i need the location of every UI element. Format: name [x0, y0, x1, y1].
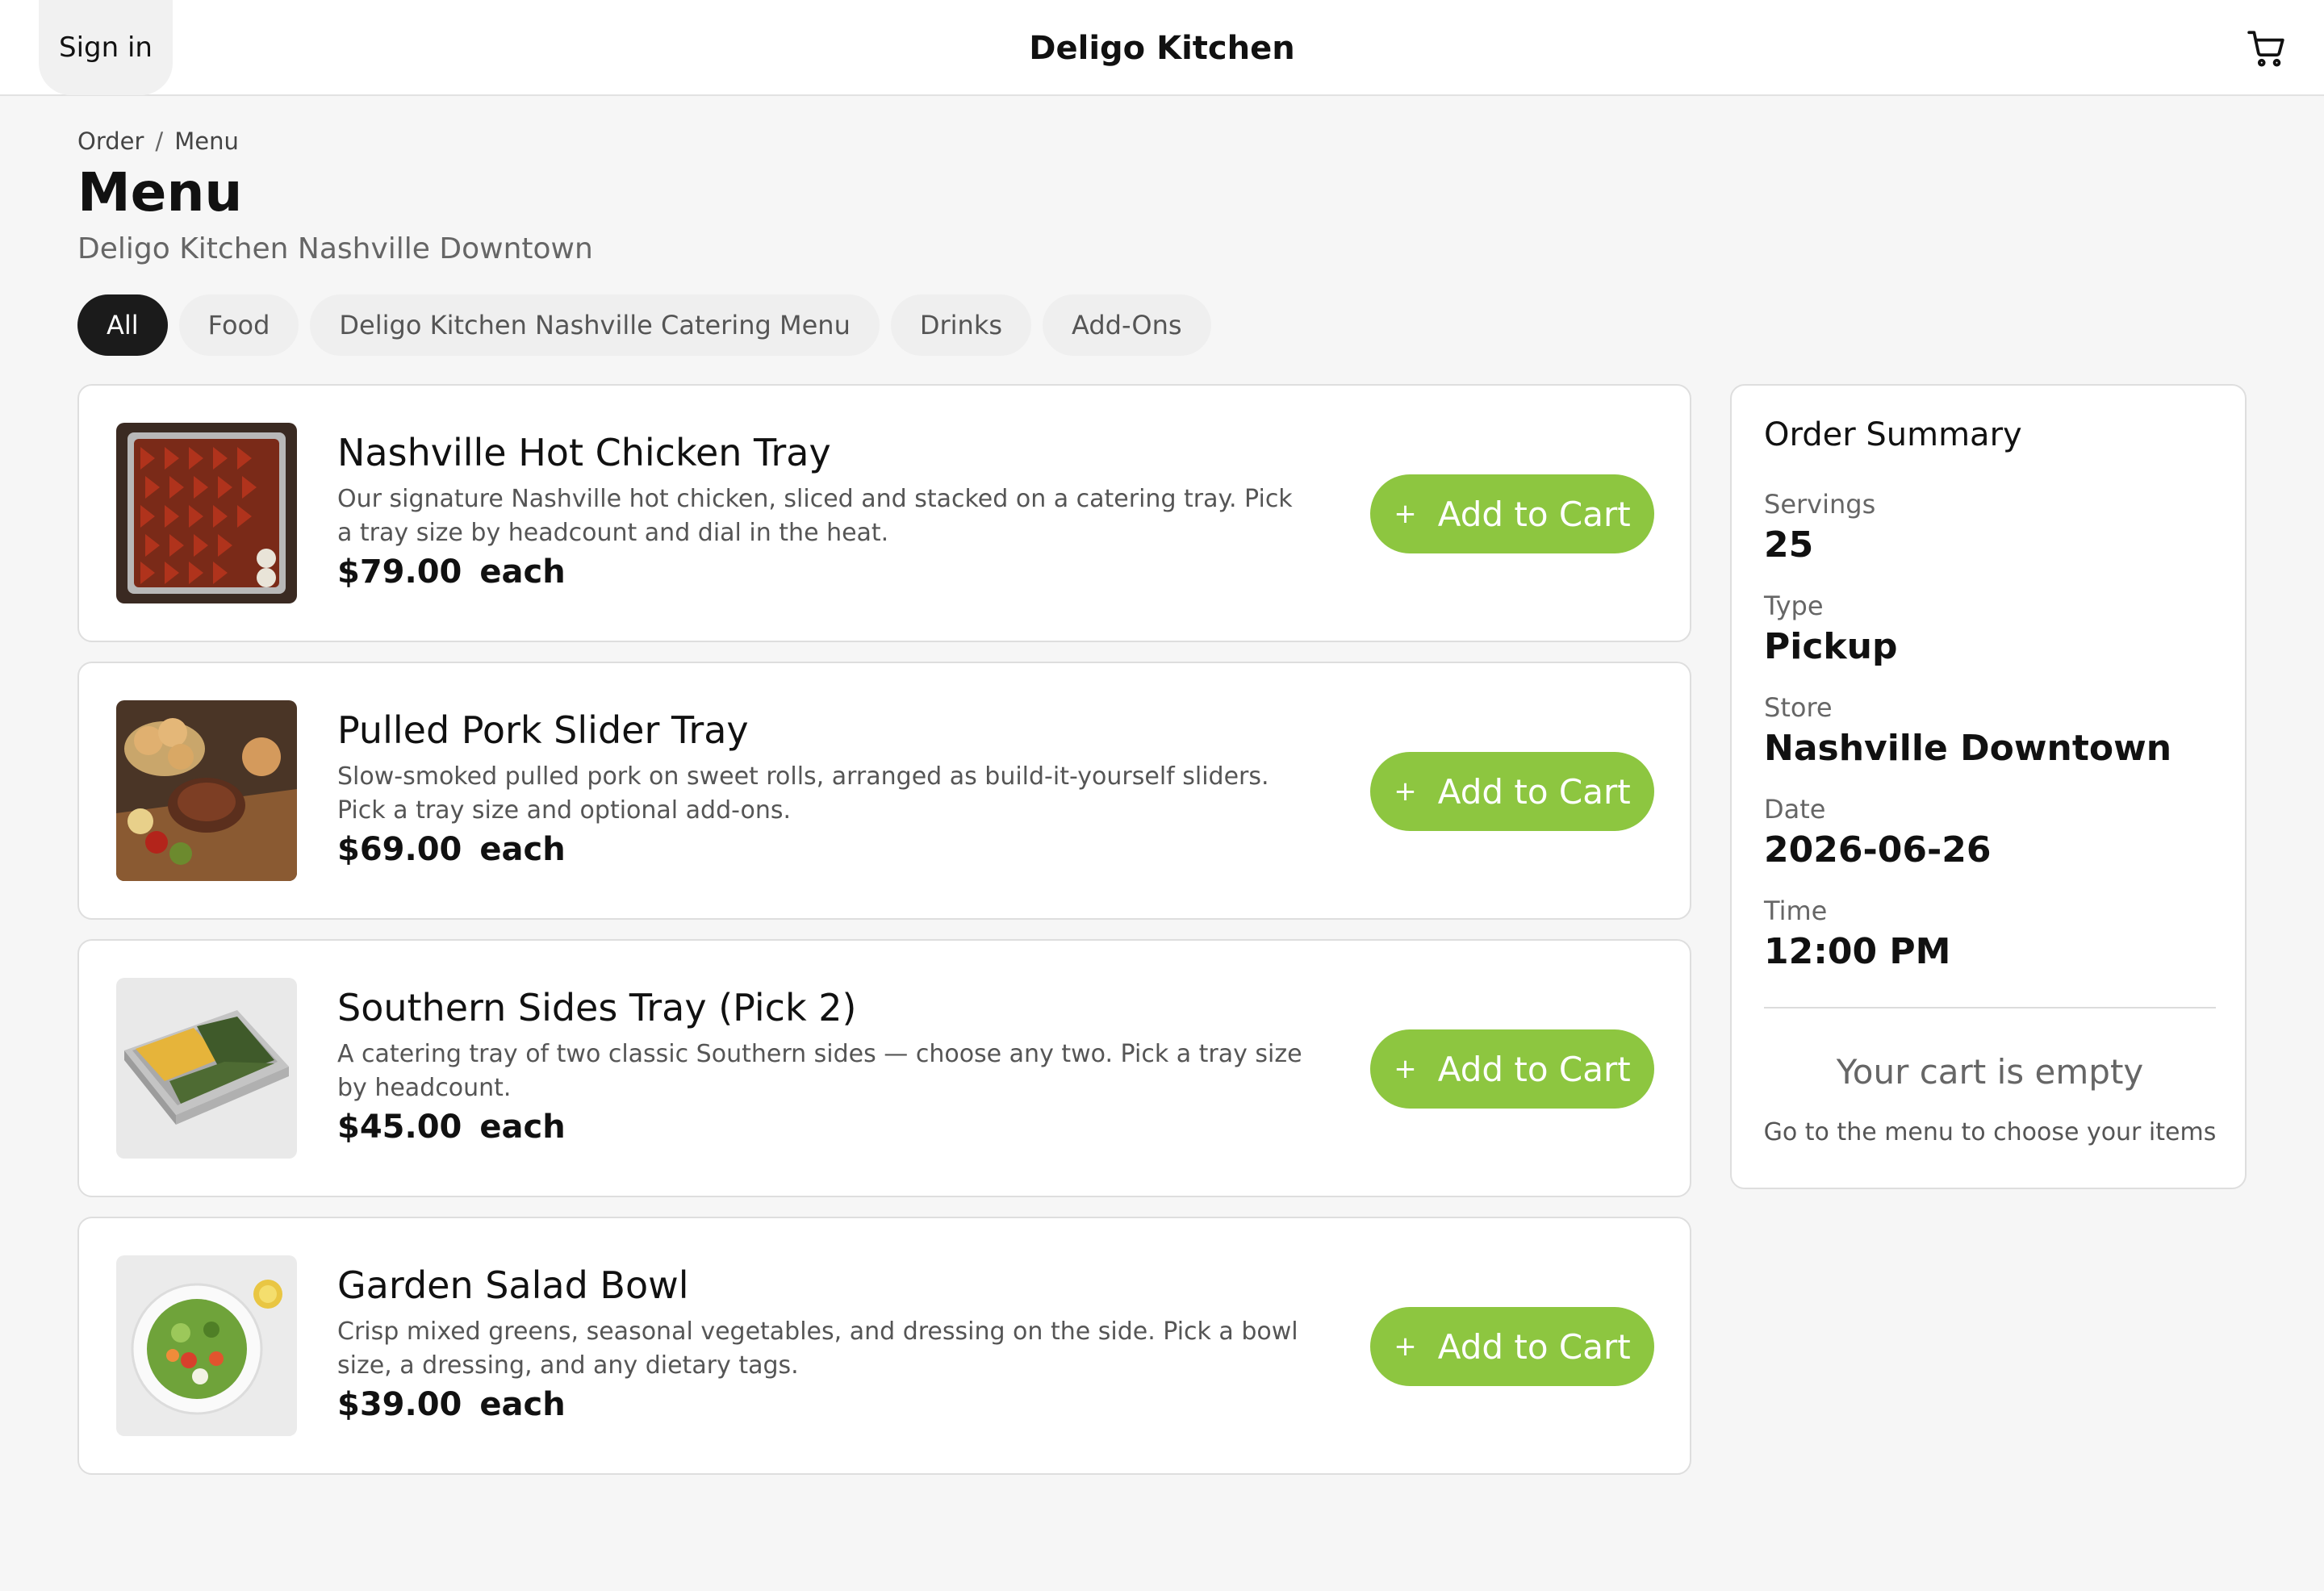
item-description: Our signature Nashville hot chicken, sli… — [337, 485, 1293, 547]
add-to-cart-button[interactable]: + Add to Cart — [1370, 1307, 1654, 1386]
brand-title: Deligo Kitchen — [1029, 29, 1295, 67]
order-summary-panel: Order Summary Servings 25 Type Pickup St… — [1730, 384, 2247, 1189]
tab-all[interactable]: All — [77, 294, 168, 356]
plus-icon: + — [1394, 775, 1417, 808]
price-unit: each — [479, 1386, 566, 1423]
date-value: 2026-06-26 — [1764, 829, 1992, 871]
order-summary-title: Order Summary — [1764, 416, 2022, 453]
item-name: Pulled Pork Slider Tray — [337, 708, 749, 752]
southern-sides-tray-image — [116, 978, 297, 1159]
add-to-cart-button[interactable]: + Add to Cart — [1370, 1029, 1654, 1109]
page-title: Menu — [77, 161, 243, 223]
summary-divider — [1764, 1007, 2216, 1008]
item-name: Southern Sides Tray (Pick 2) — [337, 986, 857, 1029]
garden-salad-bowl-image — [116, 1255, 297, 1436]
item-price: $39.00 each — [337, 1386, 566, 1423]
empty-cart-title: Your cart is empty — [1836, 1052, 2144, 1092]
cart-button[interactable] — [2240, 24, 2293, 73]
add-to-cart-button[interactable]: + Add to Cart — [1370, 474, 1654, 553]
item-name: Garden Salad Bowl — [337, 1263, 689, 1307]
menu-item-card: Nashville Hot Chicken Tray Our signature… — [77, 384, 1691, 642]
top-bar: Sign in Deligo Kitchen — [0, 0, 2324, 96]
price-unit: each — [479, 1109, 566, 1146]
price-value: $45.00 — [337, 1109, 462, 1146]
empty-cart-subtitle: Go to the menu to choose your items — [1763, 1118, 2217, 1146]
add-to-cart-label: Add to Cart — [1437, 1326, 1631, 1367]
price-value: $39.00 — [337, 1386, 462, 1423]
sign-in-button[interactable]: Sign in — [39, 0, 173, 95]
plus-icon: + — [1394, 1053, 1417, 1085]
item-description: A catering tray of two classic Southern … — [337, 1040, 1302, 1102]
cart-icon — [2247, 31, 2284, 67]
add-to-cart-label: Add to Cart — [1437, 1049, 1631, 1089]
hot-chicken-tray-image — [116, 423, 297, 603]
breadcrumb: Order / Menu — [77, 127, 239, 155]
plus-icon: + — [1394, 1330, 1417, 1363]
category-tabs: All Food Deligo Kitchen Nashville Cateri… — [77, 294, 1211, 356]
add-to-cart-button[interactable]: + Add to Cart — [1370, 752, 1654, 831]
item-description: Slow-smoked pulled pork on sweet rolls, … — [337, 762, 1269, 825]
add-to-cart-label: Add to Cart — [1437, 771, 1631, 812]
price-unit: each — [479, 831, 566, 868]
tab-drinks[interactable]: Drinks — [890, 294, 1032, 356]
menu-item-card: Pulled Pork Slider Tray Slow-smoked pull… — [77, 662, 1691, 920]
plus-icon: + — [1394, 498, 1417, 530]
price-value: $79.00 — [337, 553, 462, 591]
breadcrumb-order-link[interactable]: Order — [77, 127, 144, 155]
menu-item-card: Southern Sides Tray (Pick 2) A catering … — [77, 939, 1691, 1197]
tab-add-ons[interactable]: Add-Ons — [1043, 294, 1211, 356]
time-label: Time — [1764, 896, 1828, 926]
price-unit: each — [479, 553, 566, 591]
item-price: $69.00 each — [337, 831, 566, 868]
menu-item-card: Garden Salad Bowl Crisp mixed greens, se… — [77, 1217, 1691, 1475]
date-label: Date — [1764, 794, 1826, 825]
tab-catering-menu[interactable]: Deligo Kitchen Nashville Catering Menu — [310, 294, 880, 356]
time-value: 12:00 PM — [1764, 931, 1951, 972]
store-label: Store — [1764, 692, 1833, 723]
price-value: $69.00 — [337, 831, 462, 868]
add-to-cart-label: Add to Cart — [1437, 494, 1631, 534]
tab-food[interactable]: Food — [178, 294, 299, 356]
item-price: $79.00 each — [337, 553, 566, 591]
store-value: Nashville Downtown — [1764, 728, 2172, 769]
item-description: Crisp mixed greens, seasonal vegetables,… — [337, 1317, 1298, 1380]
type-value: Pickup — [1764, 626, 1898, 667]
breadcrumb-menu: Menu — [174, 127, 239, 155]
type-label: Type — [1764, 591, 1824, 621]
page-subtitle: Deligo Kitchen Nashville Downtown — [77, 232, 593, 265]
menu-item-list: Nashville Hot Chicken Tray Our signature… — [77, 384, 1691, 1494]
pulled-pork-slider-image — [116, 700, 297, 881]
breadcrumb-separator: / — [155, 127, 164, 155]
item-price: $45.00 each — [337, 1109, 566, 1146]
servings-value: 25 — [1764, 524, 1814, 566]
servings-label: Servings — [1764, 489, 1876, 520]
item-name: Nashville Hot Chicken Tray — [337, 431, 831, 474]
